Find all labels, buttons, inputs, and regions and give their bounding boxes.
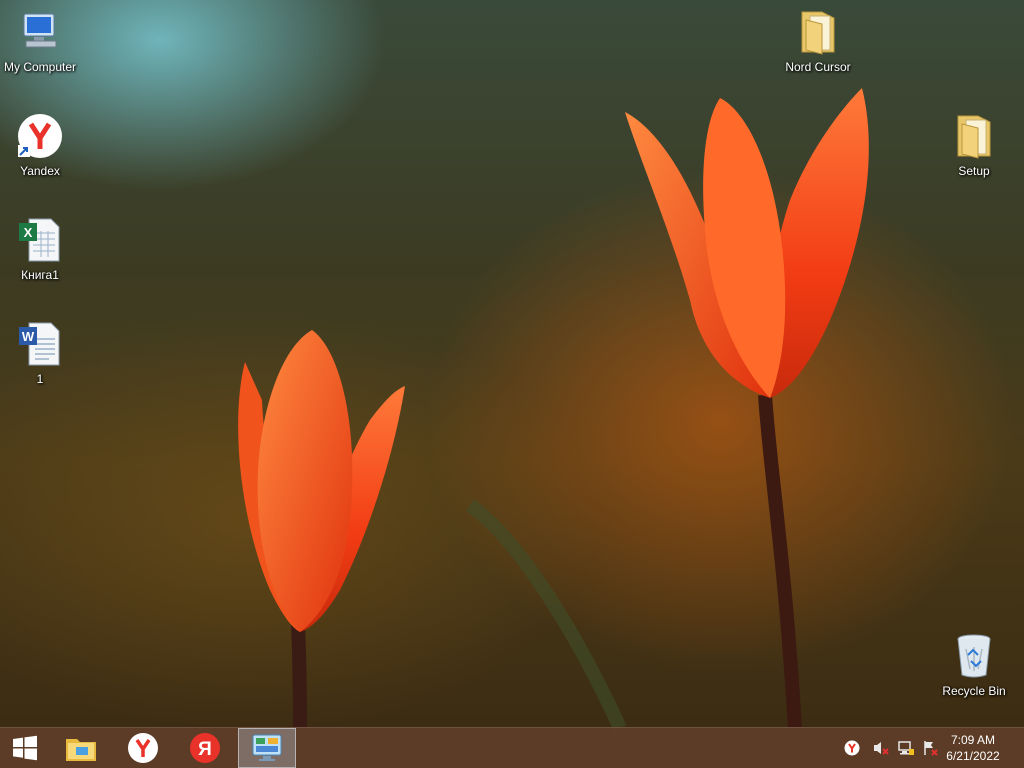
- file-explorer-icon: [66, 739, 96, 761]
- clock-time: 7:09 AM: [950, 733, 996, 747]
- desktop-icon-kniga1[interactable]: X Книга1: [0, 216, 80, 282]
- desktop-icon-recycle-bin[interactable]: Recycle Bin: [934, 632, 1014, 698]
- desktop-wallpaper: [0, 0, 1024, 768]
- desktop-icon-label: Recycle Bin: [942, 684, 1006, 698]
- clock-date: 6/21/2022: [946, 749, 1000, 763]
- desktop-icon-my-computer[interactable]: My Computer: [0, 8, 80, 74]
- taskbar-control-panel[interactable]: [238, 728, 296, 768]
- computer-icon: [16, 8, 64, 56]
- desktop-icon-setup[interactable]: Setup: [934, 112, 1014, 178]
- svg-text:W: W: [22, 329, 35, 344]
- desktop-icon-label: My Computer: [3, 60, 77, 74]
- excel-file-icon: X: [16, 216, 64, 264]
- recycle-bin-icon: [950, 632, 998, 680]
- taskbar-file-explorer[interactable]: [52, 728, 110, 768]
- desktop-icon-yandex[interactable]: Yandex: [0, 112, 80, 178]
- svg-text:Я: Я: [198, 739, 212, 760]
- desktop-icon-label: Книга1: [21, 268, 59, 282]
- svg-text:X: X: [24, 225, 33, 240]
- desktop-icon-label: Yandex: [20, 164, 60, 178]
- windows-logo-icon: [13, 735, 37, 761]
- control-panel-icon: [252, 734, 282, 761]
- taskbar-clock[interactable]: 7:09 AM 6/21/2022: [938, 732, 1008, 764]
- taskbar-yandex-search[interactable]: Я: [176, 728, 234, 768]
- desktop-icon-nord-cursor[interactable]: Nord Cursor: [778, 8, 858, 74]
- yandex-ya-icon: Я: [190, 733, 220, 763]
- desktop-icon-label: Setup: [958, 164, 990, 178]
- desktop-icon-label: 1: [36, 372, 44, 386]
- folder-icon: [950, 112, 998, 160]
- yandex-browser-icon: [16, 112, 64, 160]
- start-button[interactable]: [0, 728, 50, 768]
- yandex-browser-icon: [128, 733, 158, 763]
- desktop-icon-word-doc[interactable]: W 1: [0, 320, 80, 386]
- network-icon[interactable]: [897, 739, 915, 757]
- desktop-icon-label: Nord Cursor: [785, 60, 851, 74]
- folder-icon: [794, 8, 842, 56]
- tulip-wallpaper-art: [238, 88, 869, 731]
- speaker-muted-icon[interactable]: [872, 739, 890, 757]
- yandex-tray-icon[interactable]: [843, 739, 861, 757]
- taskbar-yandex-browser[interactable]: [114, 728, 172, 768]
- taskbar: Я 7:09 AM 6/21/2022: [0, 727, 1024, 768]
- word-file-icon: W: [16, 320, 64, 368]
